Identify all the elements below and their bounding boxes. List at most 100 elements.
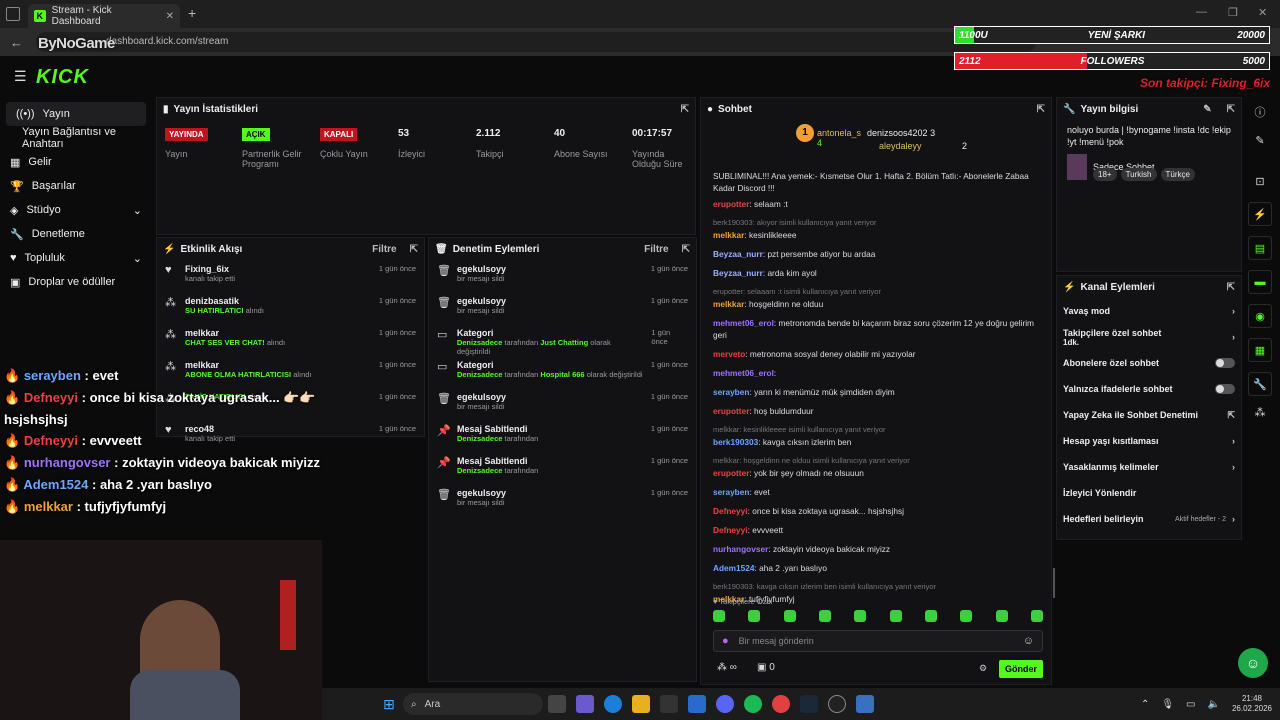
chat-username[interactable]: melkkar [713, 230, 744, 240]
edge-icon[interactable] [604, 695, 622, 713]
sidebar-item-studio[interactable]: ◈ Stüdyo ⌄ [0, 198, 152, 222]
emote-icon[interactable] [854, 610, 867, 622]
emote-icon[interactable] [924, 610, 937, 622]
obs-icon[interactable] [828, 695, 846, 713]
emote-icon[interactable] [1030, 610, 1043, 622]
broadcast-icon[interactable]: ◉ [1248, 304, 1272, 328]
emote-icon[interactable] [960, 610, 973, 622]
taskbar-search[interactable]: ⌕ Ara [403, 693, 543, 715]
filter-button[interactable]: Filtre [372, 244, 396, 255]
focus-icon[interactable]: ⊡ [1248, 175, 1272, 188]
points-indicator[interactable]: ⁂ ∞ [717, 662, 737, 673]
popout-icon[interactable]: ⇱ [681, 104, 689, 115]
chat-username[interactable]: serayben [713, 387, 749, 397]
chevron-up-icon[interactable]: ⌃ [1141, 699, 1149, 710]
channel-action-item[interactable]: Hedefleri belirleyin Aktif hedefler - 2 › [1057, 506, 1241, 532]
emote-icon[interactable] [995, 610, 1008, 622]
browser-tab[interactable]: K Stream - Kick Dashboard ✕ [28, 4, 180, 28]
url-field[interactable]: dashboard.kick.com/stream [36, 32, 1036, 52]
chat-username[interactable]: mehmet06_erol [713, 318, 774, 328]
channel-action-item[interactable]: Abonelere özel sohbet [1057, 350, 1241, 376]
document-icon[interactable]: ▤ [1248, 236, 1272, 260]
copilot-icon[interactable] [576, 695, 594, 713]
task-view-icon[interactable] [548, 695, 566, 713]
popout-icon[interactable]: ⇱ [682, 244, 690, 255]
sidebar-item-revenue[interactable]: ▦ Gelir [0, 150, 152, 174]
chat-username[interactable]: erupotter [713, 468, 749, 478]
chat-input[interactable]: ● Bir mesaj gönderin ☺ [713, 630, 1043, 652]
microphone-icon[interactable]: 🎙 [1161, 699, 1174, 710]
volume-icon[interactable]: 🔈 [1208, 699, 1220, 710]
channel-action-item[interactable]: Yavaş mod › [1057, 298, 1241, 324]
close-window-icon[interactable]: ✕ [1258, 6, 1267, 19]
sidebar-item-drops[interactable]: ▣ Droplar ve ödüller [0, 270, 152, 294]
chat-icon[interactable]: ▬ [1248, 270, 1272, 294]
chat-username[interactable]: Defneyyi [713, 506, 748, 516]
edit-icon[interactable]: ✎ [1203, 104, 1211, 115]
emoji-icon[interactable]: ☺ [1023, 635, 1034, 647]
minimize-icon[interactable]: — [1196, 6, 1207, 18]
maximize-icon[interactable]: ❐ [1228, 6, 1238, 19]
kick-logo[interactable]: KICK [36, 66, 89, 89]
chat-scrollbar[interactable] [1053, 568, 1055, 598]
file-explorer-icon[interactable] [632, 695, 650, 713]
sidebar-item-stream[interactable]: ((•)) Yayın [6, 102, 146, 126]
network-icon[interactable]: ▭ [1186, 699, 1195, 710]
popout-icon[interactable]: ⇱ [410, 244, 418, 255]
emote-icon[interactable] [713, 610, 725, 622]
toggle-switch[interactable] [1215, 384, 1235, 394]
send-button[interactable]: Gönder [999, 660, 1043, 678]
popout-icon[interactable]: ⇱ [1227, 104, 1235, 115]
chat-username[interactable]: Beyzaa_nurr [713, 268, 763, 278]
layout-icon[interactable]: ▦ [1248, 338, 1272, 362]
settings-icon[interactable]: ⚙ [979, 663, 987, 674]
support-chat-button[interactable]: ☺ [1238, 648, 1268, 678]
clock[interactable]: 21:48 26.02.2026 [1232, 694, 1272, 714]
close-tab-icon[interactable]: ✕ [166, 11, 174, 22]
emote-icon[interactable] [889, 610, 902, 622]
new-tab-icon[interactable]: + [188, 5, 196, 21]
chrome-icon[interactable] [772, 695, 790, 713]
chat-username[interactable]: Defneyyi [713, 525, 748, 535]
channel-action-item[interactable]: Yasaklanmış kelimeler › [1057, 454, 1241, 480]
chat-username[interactable]: Beyzaa_nurr [713, 249, 763, 259]
popout-icon[interactable]: ⇱ [1227, 282, 1235, 293]
channel-action-item[interactable]: Yalnızca ifadelerle sohbet [1057, 376, 1241, 402]
channel-action-item[interactable]: Hesap yaşı kısıtlaması › [1057, 428, 1241, 454]
chat-username[interactable]: merveto [713, 349, 745, 359]
channel-action-item[interactable]: İzleyici Yönlendir [1057, 480, 1241, 506]
chat-username[interactable]: melkkar [713, 299, 744, 309]
spotify-icon[interactable] [744, 695, 762, 713]
toggle-switch[interactable] [1215, 358, 1235, 368]
sidebar-item-achievements[interactable]: 🏆 Başarılar [0, 174, 152, 198]
back-icon[interactable]: ← [10, 35, 23, 50]
sidebar-item-stream-key[interactable]: Yayın Bağlantısı ve Anahtarı [0, 126, 152, 150]
sidebar-item-moderation[interactable]: 🔧 Denetleme [0, 222, 152, 246]
chat-username[interactable]: mehmet06_erol [713, 368, 774, 378]
mail-icon[interactable] [688, 695, 706, 713]
chat-username[interactable]: Adem1524 [713, 563, 755, 573]
filter-button[interactable]: Filtre [644, 244, 668, 255]
windows-start-icon[interactable]: ⊞ [380, 695, 398, 713]
channel-action-item[interactable]: Yapay Zeka ile Sohbet Denetimi ⇱ [1057, 402, 1241, 428]
chat-username[interactable]: erupotter [713, 406, 749, 416]
bolt-icon[interactable]: ⚡ [1248, 202, 1272, 226]
pencil-icon[interactable]: ✎ [1248, 134, 1272, 147]
channel-action-item[interactable]: Takipçilere özel sohbet 1dk. › [1057, 324, 1241, 350]
tab-actions-icon[interactable] [6, 7, 20, 21]
microphone-icon[interactable]: ● [722, 635, 729, 647]
chat-username[interactable]: erupotter [713, 199, 749, 209]
emote-icon[interactable] [783, 610, 796, 622]
emote-icon[interactable] [818, 610, 831, 622]
app-icon[interactable] [856, 695, 874, 713]
sidebar-item-community[interactable]: ♥ Topluluk ⌄ [0, 246, 152, 270]
wrench-icon[interactable]: 🔧 [1248, 372, 1272, 396]
popout-icon[interactable]: ⇱ [1037, 104, 1045, 115]
chat-username[interactable]: berk190303 [713, 437, 758, 447]
info-icon[interactable]: ⓘ [1248, 104, 1272, 120]
chat-username[interactable]: nurhangovser [713, 544, 768, 554]
discord-icon[interactable] [716, 695, 734, 713]
menu-icon[interactable]: ☰ [14, 68, 27, 85]
steam-icon[interactable] [800, 695, 818, 713]
users-icon[interactable]: ⁂ [1248, 406, 1272, 419]
